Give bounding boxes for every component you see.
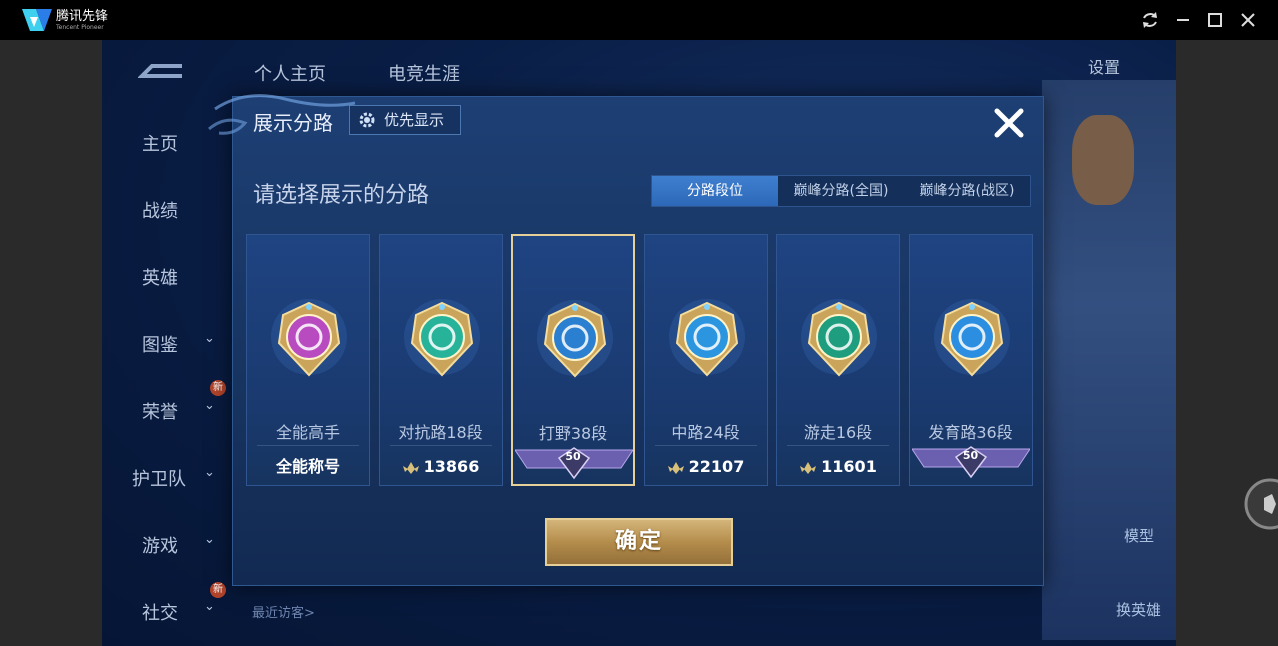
tab-esports-career[interactable]: 电竞生涯 (388, 60, 460, 86)
lane-badge-icon (933, 299, 1010, 377)
new-badge: 新 (210, 582, 226, 598)
lane-card[interactable]: 打野38段 50 (511, 234, 635, 486)
gear-icon (359, 112, 375, 128)
lane-card-name: 对抗路18段 (398, 423, 483, 442)
lane-card[interactable]: 发育路36段 50 (908, 234, 1033, 486)
close-dialog-icon[interactable] (991, 105, 1027, 141)
chevron-down-icon: ⌄ (204, 465, 215, 480)
card-divider (257, 445, 359, 446)
settings-button[interactable]: 设置 (1088, 54, 1120, 78)
confirm-button[interactable]: 确定 (545, 518, 733, 566)
points-icon (800, 461, 817, 474)
lane-badge-icon (271, 299, 347, 377)
dialog-subtitle: 请选择展示的分路 (253, 183, 430, 208)
card-divider (389, 445, 492, 446)
chevron-down-icon: ⌄ (204, 599, 215, 614)
minimize-icon[interactable] (1171, 8, 1195, 32)
chevron-down-icon: ⌄ (204, 398, 215, 413)
app-name: 腾讯先锋 (56, 9, 109, 24)
lane-tabs: 分路段位 巅峰分路(全国) 巅峰分路(战区) (651, 175, 1031, 207)
chevron-down-icon: ⌄ (204, 331, 215, 346)
app-titlebar: 腾讯先锋 Tencent Pioneer (0, 0, 1278, 40)
hero-artwork (1042, 80, 1176, 640)
level-value: 50 (962, 449, 979, 462)
priority-display-label: 优先显示 (384, 111, 445, 129)
lane-card-name: 发育路36段 (928, 423, 1013, 442)
sidebar-item-heroes[interactable]: 英雄 (142, 264, 178, 290)
points-icon (667, 461, 684, 474)
sidebar-item-social[interactable]: 社交 (142, 599, 178, 625)
lane-card-footer: 全能称号 (247, 453, 369, 481)
lane-card[interactable]: 全能高手 全能称号 (246, 234, 370, 486)
swap-hero-button[interactable]: 换英雄 (1116, 599, 1161, 620)
chevron-down-icon: ⌄ (204, 532, 215, 547)
lane-badge-icon (403, 299, 480, 377)
refresh-icon[interactable] (1138, 8, 1162, 32)
sidebar-item-honor[interactable]: 荣誉 (142, 398, 178, 424)
priority-display-button[interactable]: 优先显示 (349, 105, 461, 135)
sidebar-item-games[interactable]: 游戏 (142, 532, 178, 558)
hero-face (1072, 115, 1134, 205)
right-letterbox (1176, 40, 1278, 646)
app-subtitle: Tencent Pioneer (56, 24, 104, 31)
sidebar-item-records[interactable]: 战绩 (142, 197, 178, 223)
tab-peak-lane-region[interactable]: 巅峰分路(战区) (904, 176, 1030, 206)
back-arrow-icon[interactable] (138, 62, 188, 86)
lane-card-footer: 13866 (380, 453, 502, 481)
tab-lane-rank[interactable]: 分路段位 (652, 176, 778, 206)
level-value: 50 (565, 450, 581, 463)
lane-card-name: 打野38段 (538, 424, 608, 443)
sidebar-item-home[interactable]: 主页 (142, 130, 178, 156)
left-letterbox (0, 40, 102, 646)
sidebar-item-guard[interactable]: 护卫队 (132, 465, 186, 491)
dialog-title: 展示分路 (253, 111, 333, 135)
lane-card[interactable]: 对抗路18段 13866 (378, 234, 503, 486)
lane-card-footer-text: 13866 (423, 457, 480, 476)
recent-visitors-link[interactable]: 最近访客> (252, 602, 315, 621)
app-logo-icon (22, 9, 52, 31)
new-badge: 新 (210, 380, 226, 396)
lane-card-name: 全能高手 (275, 423, 340, 442)
points-icon (402, 461, 419, 474)
lane-badge-icon (801, 299, 877, 377)
lane-display-dialog: 展示分路 优先显示 请选择展示的分路 分路段位 巅峰分路(全国) 巅峰分路(战区… (208, 94, 1044, 586)
lane-badge-icon (668, 299, 745, 377)
lane-card-footer-text: 全能称号 (275, 457, 340, 476)
maximize-icon[interactable] (1203, 8, 1227, 32)
lane-card-footer-text: 11601 (821, 457, 877, 476)
lane-card-footer-text: 22107 (688, 457, 745, 476)
lane-card[interactable]: 中路24段 22107 (643, 234, 768, 486)
card-divider (654, 445, 757, 446)
side-handle-icon[interactable] (1242, 476, 1278, 532)
tab-personal-home[interactable]: 个人主页 (254, 60, 326, 86)
card-divider (787, 445, 889, 446)
lane-card-footer: 11601 (777, 453, 899, 481)
close-icon[interactable] (1236, 8, 1260, 32)
lane-card-name: 游走16段 (803, 423, 873, 442)
sidebar-item-codex[interactable]: 图鉴 (142, 331, 178, 357)
model-button[interactable]: 模型 (1124, 525, 1154, 546)
lane-cards: 全能高手 全能称号 对抗路18段 13866 打野38段 50 中路24段 22107 游走16… (246, 234, 1034, 486)
lane-card-name: 中路24段 (671, 423, 740, 442)
lane-card[interactable]: 游走16段 11601 (776, 234, 900, 486)
lane-badge-icon (537, 300, 613, 378)
lane-card-footer: 22107 (645, 453, 767, 481)
tab-peak-lane-national[interactable]: 巅峰分路(全国) (778, 176, 904, 206)
